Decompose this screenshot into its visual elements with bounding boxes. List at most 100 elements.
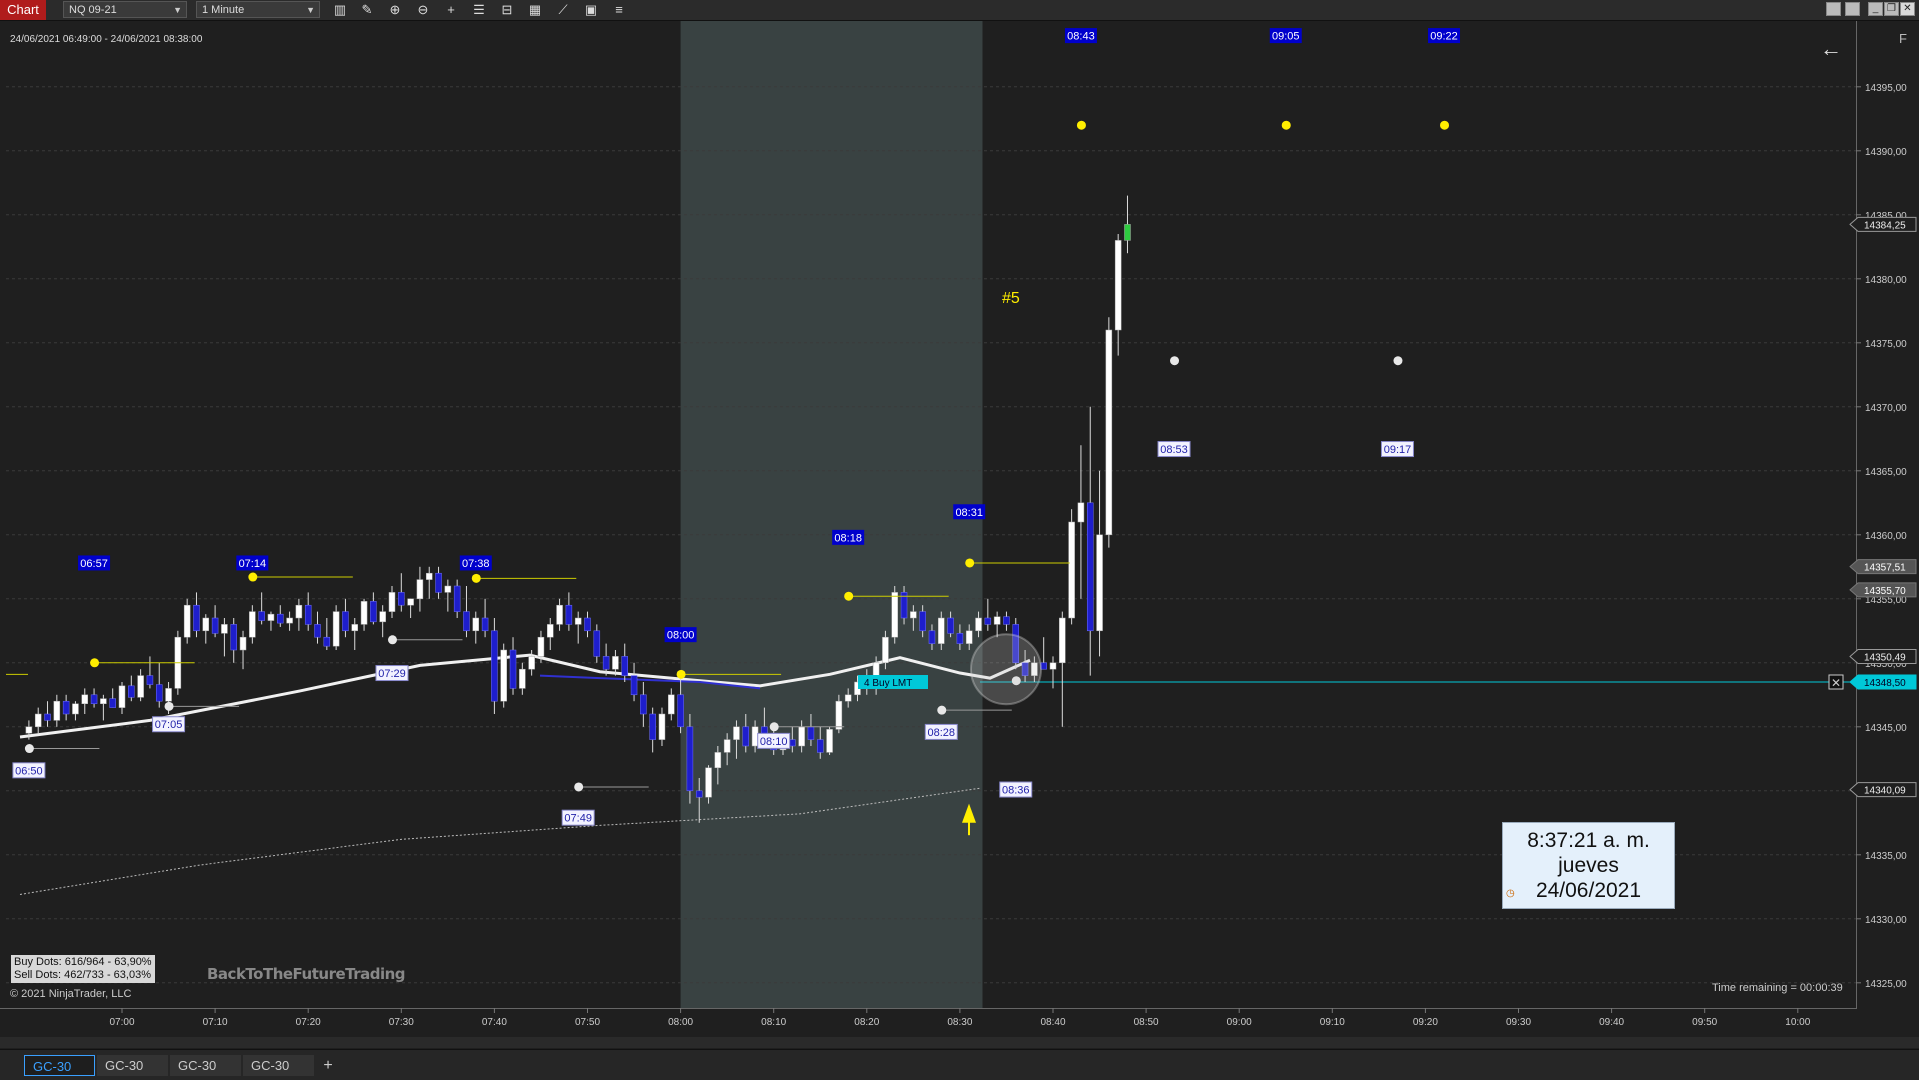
chart-tab[interactable]: Chart (0, 0, 46, 20)
instrument-selector[interactable]: NQ 09-21 ▼ (63, 1, 187, 18)
time-tick-label: 10:00 (1785, 1017, 1810, 1028)
signal-label: #5 (1002, 290, 1020, 307)
minimize-button[interactable]: _ (1868, 2, 1883, 16)
yellow-dot (1281, 120, 1291, 130)
candle-body (183, 604, 191, 638)
candle-body (202, 617, 210, 632)
time-label-text: 08:53 (1160, 444, 1188, 456)
candle-body (193, 604, 200, 632)
tab-gc30-2[interactable]: GC-30 (97, 1055, 168, 1076)
candle-body (221, 624, 228, 634)
tab-gc30-3[interactable]: GC-30 (170, 1055, 241, 1076)
candle-body (342, 611, 349, 632)
candle-body (407, 598, 414, 606)
candle-body (137, 675, 144, 698)
price-tick-label: 14370,00 (1865, 403, 1907, 414)
datetime-time: 8:37:21 a. m. (1527, 829, 1650, 852)
candle-body (565, 604, 573, 625)
time-label-text: 08:43 (1067, 31, 1095, 43)
candle-body (891, 592, 898, 638)
list-icon[interactable]: ≡ (610, 2, 628, 18)
candle-body (584, 617, 591, 632)
candle-body (444, 585, 452, 593)
white-dot (1393, 356, 1403, 366)
time-tick-label: 08:20 (854, 1017, 879, 1028)
draw-icon[interactable]: ✎ (358, 2, 376, 18)
candle-body (53, 700, 61, 721)
time-tick-label: 09:20 (1413, 1017, 1438, 1028)
candle-body (118, 685, 126, 708)
price-tick-label: 14390,00 (1865, 147, 1907, 158)
candle-body (258, 611, 265, 621)
time-tick-label: 07:40 (482, 1017, 507, 1028)
candle-body (314, 624, 321, 638)
price-marker-label: 14355,70 (1864, 586, 1906, 597)
back-arrow-icon[interactable]: ← (1820, 36, 1842, 62)
candle-body (286, 617, 293, 624)
candle-body (993, 616, 1001, 625)
candle-body (1086, 502, 1094, 632)
white-dot (1170, 356, 1180, 366)
interval-selector[interactable]: 1 Minute ▼ (196, 1, 320, 18)
f-button[interactable]: F (1899, 31, 1907, 46)
horizontal-scrollbar[interactable] (0, 1037, 1919, 1048)
close-button[interactable]: ✕ (1900, 2, 1915, 16)
time-tick-label: 07:50 (575, 1017, 600, 1028)
candle-body (556, 604, 563, 625)
candle-body (509, 649, 517, 689)
time-label-text: 08:18 (834, 532, 862, 544)
price-highlight-circle (970, 633, 1042, 706)
crosshair-icon[interactable]: + (442, 2, 460, 18)
maximize-button[interactable]: ❐ (1884, 2, 1899, 16)
tile-button-2[interactable] (1845, 2, 1860, 16)
candle-body (742, 726, 750, 747)
zoom-in-icon[interactable]: ⊕ (386, 2, 404, 18)
strategies-icon[interactable]: ⟋ (554, 2, 572, 18)
yellow-dot (90, 658, 100, 668)
zoom-out-icon[interactable]: ⊖ (414, 2, 432, 18)
candle-body (398, 592, 405, 606)
candle-body (947, 617, 954, 634)
indicators-icon[interactable]: ▦ (526, 2, 544, 18)
time-tick-label: 08:50 (1134, 1017, 1159, 1028)
candle-body (528, 656, 535, 670)
candle-body (128, 685, 135, 698)
candle-body (537, 636, 545, 657)
candle-body (351, 624, 358, 632)
candle-body (547, 624, 554, 638)
candle-body (649, 713, 656, 740)
candle-body (425, 572, 433, 580)
chevron-down-icon: ▼ (173, 5, 182, 15)
candle-body (640, 694, 647, 715)
candle-body (1003, 616, 1010, 625)
templates-icon[interactable]: ⊟ (498, 2, 516, 18)
time-tick-label: 09:30 (1506, 1017, 1531, 1028)
candle-body (249, 611, 256, 638)
candle-body (1077, 502, 1085, 523)
instrument-value: NQ 09-21 (69, 4, 117, 16)
candle-body (723, 739, 731, 753)
yellow-dot (676, 669, 686, 679)
price-tick-label: 14360,00 (1865, 531, 1907, 542)
candle-body (277, 613, 284, 624)
bars-icon[interactable]: ▥ (331, 2, 349, 18)
time-label-text: 06:50 (15, 765, 43, 777)
dots-stats-box: Buy Dots: 616/964 - 63,90% Sell Dots: 46… (11, 955, 155, 983)
add-tab-button[interactable]: + (318, 1055, 338, 1076)
price-tick-label: 14325,00 (1865, 979, 1907, 990)
candle-body (81, 694, 89, 705)
candle-body (761, 726, 768, 734)
properties-icon[interactable]: ☰ (470, 2, 488, 18)
price-marker-label: 14340,09 (1864, 786, 1906, 797)
candle-body (1114, 240, 1122, 331)
data-box-icon[interactable]: ▣ (582, 2, 600, 18)
tab-gc30-1[interactable]: GC-30 (24, 1055, 95, 1076)
price-tick-label: 14335,00 (1865, 851, 1907, 862)
time-tick-label: 08:10 (761, 1017, 786, 1028)
candle-body (658, 713, 666, 740)
date-range-label: 24/06/2021 06:49:00 - 24/06/2021 08:38:0… (10, 34, 203, 45)
tab-gc30-4[interactable]: GC-30 (243, 1055, 314, 1076)
tile-button[interactable] (1826, 2, 1841, 16)
candle-body (62, 700, 70, 715)
time-label-text: 06:57 (80, 558, 108, 570)
